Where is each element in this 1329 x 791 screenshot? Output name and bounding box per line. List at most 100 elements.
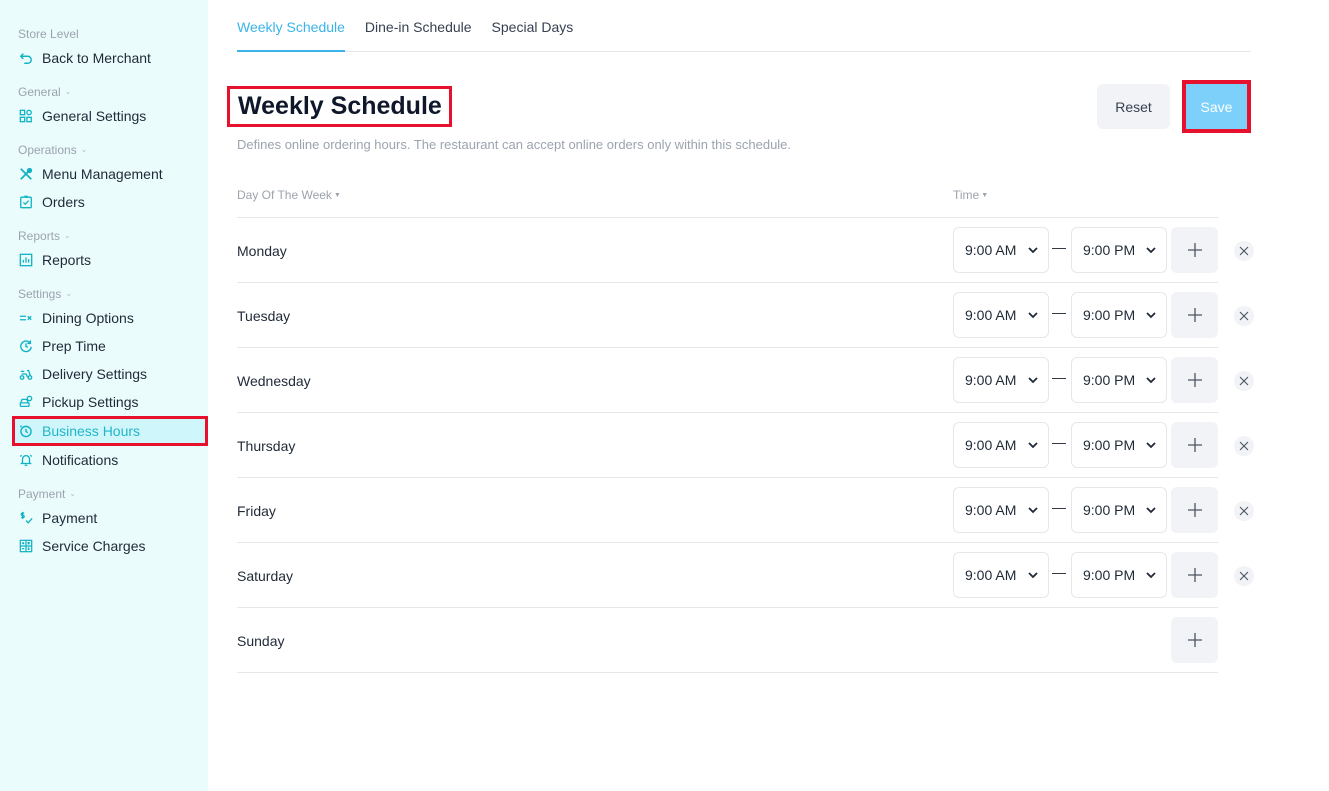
table-row-sunday: Sunday [237,608,1218,673]
end-time-select[interactable]: 9:00 PM [1071,552,1167,598]
plus-icon [1187,308,1202,322]
end-time-select[interactable]: 9:00 PM [1071,422,1167,468]
sidebar-item-label: Menu Management [42,166,163,182]
sidebar-group-operations: Operations ⌄ Menu Management Orders [0,142,208,216]
tab-special-days[interactable]: Special Days [492,0,574,52]
table-row-thursday: Thursday 9:00 AM — 9:00 PM [237,413,1254,478]
day-label: Monday [237,243,287,259]
chevron-down-icon: ⌄ [80,145,88,154]
back-arrow-icon [18,50,34,66]
day-label: Saturday [237,568,294,584]
sidebar-item-prep-time[interactable]: Prep Time [0,332,208,360]
sort-caret-icon: ▼ [981,192,989,199]
sidebar-item-pickup-settings[interactable]: Pickup Settings [0,388,208,416]
main-content: Weekly Schedule Dine-in Schedule Special… [208,0,1329,791]
clock-icon [18,423,34,439]
column-header-time[interactable]: Time ▼ [953,188,988,202]
sidebar-item-reports[interactable]: Reports [0,246,208,274]
page-title: Weekly Schedule [227,86,452,127]
sidebar-item-business-hours[interactable]: Business Hours [12,416,208,446]
sidebar-item-menu-management[interactable]: Menu Management [0,160,208,188]
end-time-select[interactable]: 9:00 PM [1071,292,1167,338]
start-time-select[interactable]: 9:00 AM [953,422,1049,468]
section-label-settings[interactable]: Settings ⌄ [0,286,208,302]
close-icon [1239,246,1249,256]
sidebar-item-notifications[interactable]: Notifications [0,446,208,474]
sidebar-item-label: Back to Merchant [42,50,151,66]
plus-icon [1187,568,1202,582]
section-label-general[interactable]: General ⌄ [0,84,208,100]
sidebar-item-orders[interactable]: Orders [0,188,208,216]
section-label-payment[interactable]: Payment ⌄ [0,486,208,502]
start-time-select[interactable]: 9:00 AM [953,552,1049,598]
start-time-value: 9:00 AM [965,242,1017,258]
add-time-range-button[interactable] [1171,487,1218,533]
chevron-down-icon [1146,572,1156,579]
remove-time-range-button[interactable] [1234,436,1254,456]
sidebar-item-label: Business Hours [42,423,141,439]
end-time-select[interactable]: 9:00 PM [1071,487,1167,533]
table-header: Day Of The Week ▼ Time ▼ [237,178,1218,218]
remove-time-range-button[interactable] [1234,501,1254,521]
end-time-value: 9:00 PM [1083,307,1136,323]
section-label-text: Operations [18,143,77,157]
add-time-range-button[interactable] [1171,357,1218,403]
sidebar-group-reports: Reports ⌄ Reports [0,228,208,274]
tab-dine-in-schedule[interactable]: Dine-in Schedule [365,0,472,52]
remove-time-range-button[interactable] [1234,306,1254,326]
add-time-range-button[interactable] [1171,422,1218,468]
start-time-select[interactable]: 9:00 AM [953,357,1049,403]
end-time-value: 9:00 PM [1083,242,1136,258]
add-time-range-button[interactable] [1171,617,1218,663]
save-button[interactable]: Save [1182,80,1251,133]
start-time-value: 9:00 AM [965,437,1017,453]
end-time-value: 9:00 PM [1083,372,1136,388]
tab-weekly-schedule[interactable]: Weekly Schedule [237,0,345,52]
column-header-day[interactable]: Day Of The Week ▼ [237,188,341,202]
start-time-value: 9:00 AM [965,502,1017,518]
reset-button[interactable]: Reset [1097,84,1170,129]
plus-icon [1187,503,1202,517]
add-time-range-button[interactable] [1171,552,1218,598]
add-time-range-button[interactable] [1171,227,1218,273]
sidebar-item-label: Dining Options [42,310,134,326]
start-time-select[interactable]: 9:00 AM [953,487,1049,533]
chevron-down-icon [1146,377,1156,384]
chevron-down-icon [1146,312,1156,319]
chevron-down-icon [1146,442,1156,449]
sidebar-item-label: Notifications [42,452,119,468]
plus-icon [1187,373,1202,387]
section-label-reports[interactable]: Reports ⌄ [0,228,208,244]
time-range-separator: — [1052,369,1066,385]
start-time-select[interactable]: 9:00 AM [953,292,1049,338]
section-label-store-level: Store Level [0,26,208,42]
section-label-operations[interactable]: Operations ⌄ [0,142,208,158]
end-time-value: 9:00 PM [1083,502,1136,518]
start-time-select[interactable]: 9:00 AM [953,227,1049,273]
table-body: Monday 9:00 AM — 9:00 PM Tuesday 9:00 AM… [237,218,1254,673]
close-icon [1239,376,1249,386]
scooter-icon [18,366,34,382]
remove-time-range-button[interactable] [1234,371,1254,391]
remove-time-range-button[interactable] [1234,241,1254,261]
bell-icon [18,452,34,468]
schedule-table: Day Of The Week ▼ Time ▼ Monday 9:00 AM — … [237,178,1254,673]
end-time-select[interactable]: 9:00 PM [1071,227,1167,273]
sidebar-group-payment: Payment ⌄ Payment Service Charges [0,486,208,560]
sidebar-item-service-charges[interactable]: Service Charges [0,532,208,560]
sidebar-item-dining-options[interactable]: Dining Options [0,304,208,332]
chevron-down-icon [1028,572,1038,579]
day-label: Thursday [237,438,296,454]
end-time-select[interactable]: 9:00 PM [1071,357,1167,403]
sidebar-item-delivery-settings[interactable]: Delivery Settings [0,360,208,388]
clipboard-check-icon [18,194,34,210]
utensils-icon [18,166,34,182]
tab-bar: Weekly Schedule Dine-in Schedule Special… [237,0,1251,52]
sidebar-item-payment[interactable]: Payment [0,504,208,532]
sidebar-item-back-to-merchant[interactable]: Back to Merchant [0,44,208,72]
section-label-text: General [18,85,61,99]
car-pin-icon [18,394,34,410]
sidebar-item-general-settings[interactable]: General Settings [0,102,208,130]
remove-time-range-button[interactable] [1234,566,1254,586]
add-time-range-button[interactable] [1171,292,1218,338]
